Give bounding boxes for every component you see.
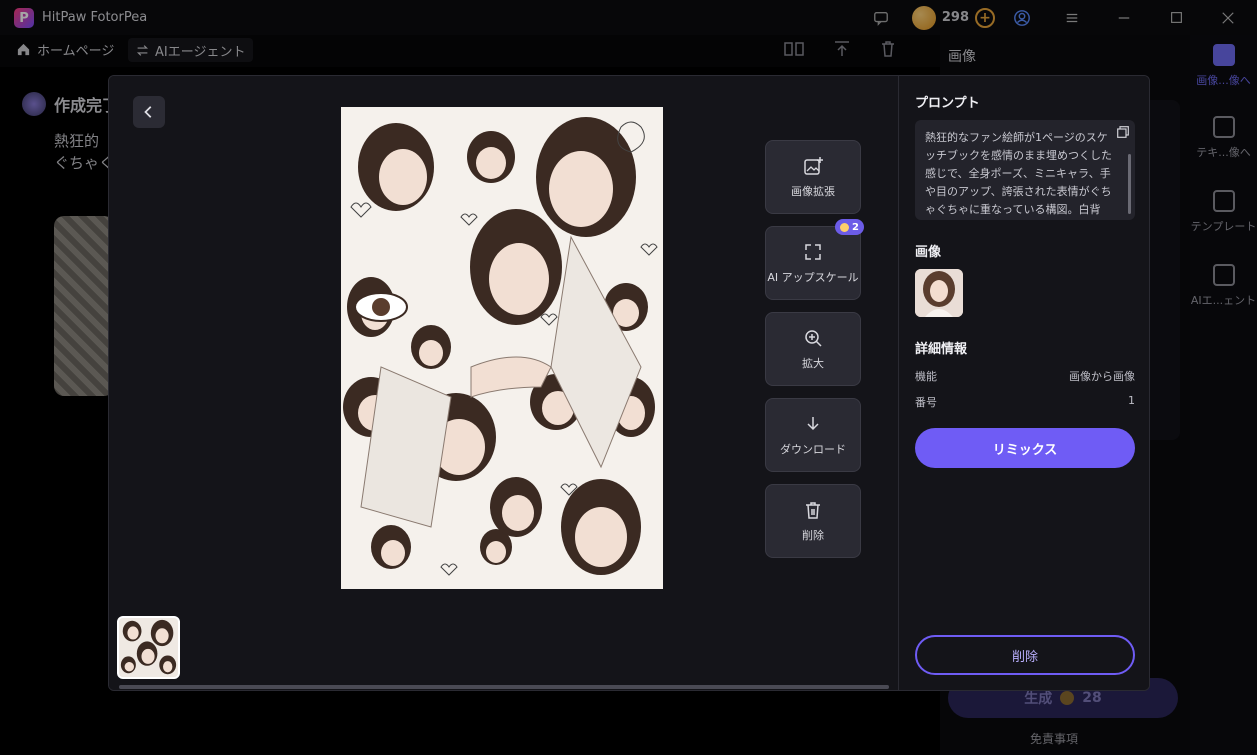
prompt-text: 熱狂的なファン絵師が1ページのスケッチブックを感情のまま埋めつくした感じで、全身…	[925, 131, 1112, 216]
remix-button[interactable]: リミックス	[915, 428, 1135, 468]
coin-icon	[840, 222, 850, 232]
expand-image-button[interactable]: 画像拡張	[765, 140, 861, 214]
back-button[interactable]	[133, 96, 165, 128]
tool-label: 拡大	[802, 357, 824, 370]
reference-image-thumbnail[interactable]	[915, 269, 963, 317]
detail-key: 番号	[915, 396, 937, 409]
download-icon	[807, 417, 819, 431]
prompt-heading: プロンプト	[915, 96, 980, 111]
badge-value: 2	[852, 221, 859, 233]
detail-value: 1	[1128, 394, 1135, 407]
tool-label: 削除	[802, 529, 824, 542]
image-viewer: 画像拡張 2 AI アップスケール 拡大 ダウンロード 削除	[109, 76, 898, 690]
cost-badge: 2	[835, 219, 864, 235]
sketch-collage-image	[341, 107, 663, 589]
tool-label: AI アップスケール	[767, 271, 859, 284]
delete-tool-button[interactable]: 削除	[765, 484, 861, 558]
image-expand-icon	[804, 157, 823, 175]
prompt-scrollbar[interactable]	[1128, 154, 1131, 214]
tool-label: ダウンロード	[780, 443, 846, 456]
details-heading: 詳細情報	[915, 342, 968, 357]
detail-key: 機能	[915, 370, 937, 383]
detail-row-function: 機能 画像から画像	[915, 368, 1135, 384]
image-heading: 画像	[915, 245, 942, 260]
chevron-left-icon	[144, 106, 152, 118]
upscale-icon	[805, 244, 821, 260]
tool-label: 画像拡張	[791, 185, 835, 198]
image-preview-modal: 画像拡張 2 AI アップスケール 拡大 ダウンロード 削除 プロンプト 熱狂的…	[108, 75, 1150, 691]
generated-image[interactable]	[341, 107, 663, 589]
thumbnail-preview	[119, 618, 178, 677]
image-thumbnail-selected[interactable]	[117, 616, 180, 679]
detail-value: 画像から画像	[1069, 370, 1135, 383]
ai-upscale-button[interactable]: 2 AI アップスケール	[765, 219, 864, 300]
zoom-in-icon	[805, 330, 822, 347]
details-panel: プロンプト 熱狂的なファン絵師が1ページのスケッチブックを感情のまま埋めつくした…	[898, 76, 1149, 690]
reference-portrait	[915, 269, 963, 317]
trash-icon	[806, 502, 820, 519]
prompt-text-box[interactable]: 熱狂的なファン絵師が1ページのスケッチブックを感情のまま埋めつくした感じで、全身…	[915, 120, 1135, 220]
copy-icon[interactable]	[1117, 126, 1129, 138]
delete-button[interactable]: 削除	[915, 635, 1135, 675]
zoom-in-button[interactable]: 拡大	[765, 312, 861, 386]
horizontal-scrollbar[interactable]	[119, 685, 889, 689]
detail-row-number: 番号 1	[915, 394, 1135, 410]
download-button[interactable]: ダウンロード	[765, 398, 861, 472]
scrollbar-thumb[interactable]	[119, 685, 889, 689]
